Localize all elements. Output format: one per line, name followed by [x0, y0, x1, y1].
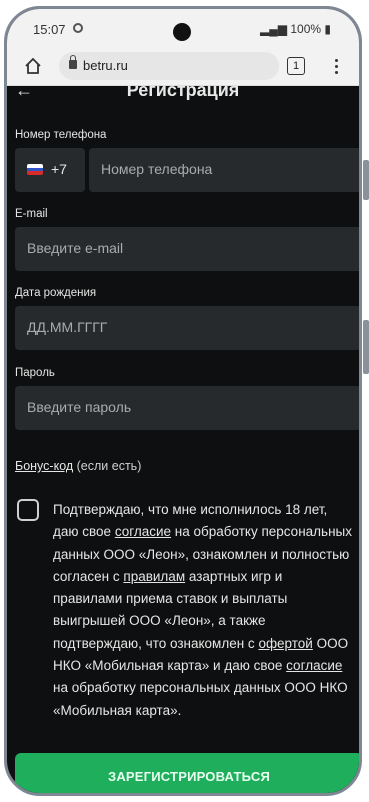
camera-icon — [173, 23, 191, 41]
notification-icon — [73, 23, 83, 33]
consent-link-agreement-2[interactable]: согласие — [286, 658, 342, 673]
more-menu-icon[interactable] — [335, 57, 339, 75]
register-button[interactable]: ЗАРЕГИСТРИРОВАТЬСЯ — [15, 753, 359, 793]
page-title: Регистрация — [126, 86, 240, 100]
battery-icon: ▮ — [324, 22, 331, 36]
email-input[interactable]: Введите e-mail — [15, 227, 359, 271]
bonus-code-link[interactable]: Бонус-код — [15, 459, 73, 473]
consent-text: Подтверждаю, что мне исполнилось 18 лет,… — [53, 499, 353, 722]
consent-checkbox[interactable] — [17, 499, 39, 521]
dob-label: Дата рождения — [15, 287, 97, 299]
consent-link-offer[interactable]: офертой — [258, 636, 312, 651]
dob-input[interactable]: ДД.ММ.ГГГГ — [15, 306, 359, 350]
battery-percent: 100% — [290, 22, 322, 36]
email-label: E-mail — [15, 208, 48, 220]
url-text: betru.ru — [83, 58, 128, 73]
phone-input[interactable]: Номер телефона — [89, 148, 359, 192]
status-bar: 15:07 ▂▄▆ 100% ▮ — [7, 9, 359, 49]
signal-icon: ▂▄▆ — [260, 22, 287, 36]
russia-flag-icon — [27, 164, 43, 175]
page-header: ← Регистрация — [7, 86, 359, 100]
country-code: +7 — [51, 161, 67, 177]
lock-icon — [69, 55, 77, 69]
bonus-code-hint: (если есть) — [73, 459, 142, 473]
status-time: 15:07 — [33, 22, 66, 37]
phone-placeholder: Номер телефона — [101, 161, 213, 177]
side-button — [363, 160, 369, 200]
side-button — [363, 320, 369, 374]
status-right: ▂▄▆ 100% ▮ — [260, 22, 331, 36]
bonus-code-row: Бонус-код (если есть) — [15, 459, 141, 473]
dob-placeholder: ДД.ММ.ГГГГ — [27, 319, 108, 335]
browser-toolbar: betru.ru 1 — [7, 49, 359, 86]
consent-link-agreement[interactable]: согласие — [115, 524, 171, 539]
email-placeholder: Введите e-mail — [27, 240, 124, 256]
password-input[interactable]: Введите пароль — [15, 386, 359, 430]
password-label: Пароль — [15, 367, 55, 379]
consent-link-rules[interactable]: правилам — [123, 569, 185, 584]
password-placeholder: Введите пароль — [27, 399, 132, 415]
phone-frame: 15:07 ▂▄▆ 100% ▮ betru.ru 1 ← Регистраци… — [4, 6, 362, 796]
registration-form: Номер телефона +7 Номер телефона E-mail … — [7, 101, 359, 793]
country-code-select[interactable]: +7 — [15, 148, 85, 192]
home-icon[interactable] — [23, 56, 43, 76]
consent-text-5: на обработку персональных данных ООО НКО… — [53, 680, 348, 718]
tabs-button[interactable]: 1 — [287, 57, 305, 75]
address-bar[interactable]: betru.ru — [59, 52, 279, 80]
phone-label: Номер телефона — [15, 129, 107, 141]
